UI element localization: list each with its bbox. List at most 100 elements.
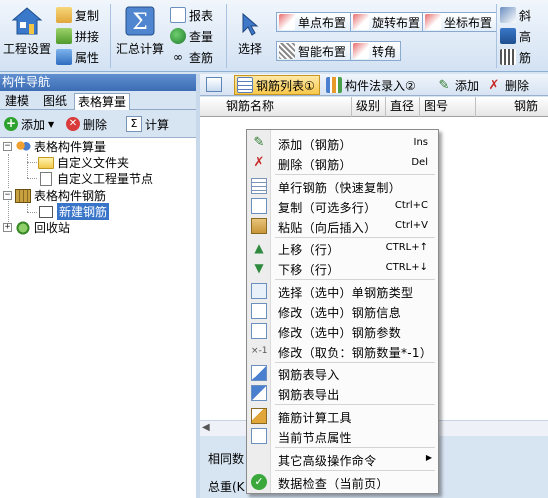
tree-label: 自定义工程量节点 xyxy=(57,172,154,186)
delete-rebar-icon: ✗ xyxy=(253,155,265,170)
col-header-rebar-name[interactable]: 钢筋名称 xyxy=(222,97,352,117)
stitch-button[interactable]: 拼接 xyxy=(56,26,99,46)
corner-label: 转角 xyxy=(372,44,397,59)
menu-item-add-rebar[interactable]: ✎ 添加（钢筋） Ins xyxy=(247,133,438,153)
nav-delete-button[interactable]: ✕ 删除 xyxy=(66,114,107,134)
toolbar-add-button[interactable]: ✎ 添加 xyxy=(436,75,479,95)
rotate-layout-button[interactable]: 旋转布置 xyxy=(350,12,426,32)
rotate-layout-label: 旋转布置 xyxy=(372,15,421,30)
nav-calc-button[interactable]: Σ 计算 xyxy=(126,114,169,134)
sum-calc-label: 汇总计算 xyxy=(115,42,164,56)
copy-icon xyxy=(56,7,72,23)
menu-item-edit-info[interactable]: 修改（选中）钢筋信息 xyxy=(247,301,438,321)
add-icon: + xyxy=(4,116,18,131)
check-amount-button[interactable]: 查量 xyxy=(170,26,213,46)
tree-node-custom-folder[interactable]: 自定义文件夹 xyxy=(38,154,129,171)
menu-item-single-row[interactable]: 单行钢筋（快速复制） xyxy=(247,176,438,196)
corner-button[interactable]: 转角 xyxy=(350,41,402,61)
delete-rebar-icon: ✗ xyxy=(488,77,500,93)
bar-chart-icon xyxy=(326,77,342,93)
coordinate-icon xyxy=(425,14,441,30)
menu-item-paste[interactable]: 粘贴（向后插入） Ctrl+V xyxy=(247,216,438,236)
cursor-icon xyxy=(242,12,259,36)
menu-item-advanced-commands[interactable]: 其它高级操作命令 ▶ xyxy=(247,449,438,469)
edit-params-icon xyxy=(251,323,267,339)
tab-modeling[interactable]: 建模 xyxy=(2,93,32,110)
menu-separator xyxy=(275,404,435,405)
copy-button[interactable]: 复制 xyxy=(56,5,99,25)
ribbon: 工程设置 复制 拼接 属性 Σ 汇总计算 报表 查量 ∞ 查筋 选择 单点布置 … xyxy=(0,0,548,72)
menu-item-export-table[interactable]: 钢筋表导出 xyxy=(247,383,438,403)
component-method-tab[interactable]: 构件法录入② xyxy=(326,75,416,95)
check-rebar-button[interactable]: ∞ 查筋 xyxy=(170,47,213,67)
menu-item-copy[interactable]: 复制（可选多行） Ctrl+C xyxy=(247,196,438,216)
nav-tabs: 建模 图纸 表格算量 xyxy=(0,91,196,110)
export-icon xyxy=(251,385,267,401)
delete-icon: ✕ xyxy=(66,117,80,131)
menu-separator xyxy=(275,470,435,471)
coordinate-layout-button[interactable]: 坐标布置 xyxy=(422,12,498,32)
menu-item-delete-rebar[interactable]: ✗ 删除（钢筋） Del xyxy=(247,153,438,173)
menu-item-data-check[interactable]: ✓ 数据检查（当前页） xyxy=(247,472,438,492)
toolbar-delete-label: 删除 xyxy=(505,78,530,93)
col-header-grade[interactable]: 级别 xyxy=(352,97,386,117)
sum-calc-button[interactable]: Σ 汇总计算 xyxy=(112,4,168,66)
tree-connector xyxy=(8,154,9,188)
menu-item-edit-params[interactable]: 修改（选中）钢筋参数 xyxy=(247,321,438,341)
rebar-list-tab[interactable]: 钢筋列表① xyxy=(234,75,320,95)
arrow-down-icon: ▼ xyxy=(254,261,264,275)
toolbar-delete-button[interactable]: ✗ 删除 xyxy=(486,75,529,95)
project-settings-button[interactable]: 工程设置 xyxy=(2,4,52,66)
menu-item-stirrup-tool[interactable]: 箍筋计算工具 xyxy=(247,406,438,426)
tree-node-table-component-rebar[interactable]: − 表格构件钢筋 xyxy=(3,187,106,204)
tree-node-new-rebar[interactable]: 新建钢筋 xyxy=(38,203,110,220)
menu-item-negate-qty[interactable]: ×-1 修改（取负：钢筋数量*-1） xyxy=(247,341,438,361)
copy-label: 复制 xyxy=(75,8,100,23)
properties-icon xyxy=(251,428,267,444)
menu-item-import-table[interactable]: 钢筋表导入 xyxy=(247,363,438,383)
col-header-figure-no[interactable]: 图号 xyxy=(420,97,476,117)
menu-item-move-up[interactable]: ▲ 上移（行） CTRL+↑ xyxy=(247,238,438,258)
report-button[interactable]: 报表 xyxy=(170,5,213,25)
nav-calc-label: 计算 xyxy=(145,117,170,132)
rebar-item-icon xyxy=(39,205,53,218)
tree-label: 表格构件算量 xyxy=(34,140,107,154)
component-method-label: 构件法录入② xyxy=(345,78,416,93)
chevron-down-icon: ▼ xyxy=(48,119,55,129)
scroll-left-icon[interactable]: ◀ xyxy=(202,422,210,433)
slant-button[interactable]: 斜 xyxy=(500,5,531,25)
tree-node-table-component-qty[interactable]: − 表格构件算量 xyxy=(3,138,106,155)
nav-delete-label: 删除 xyxy=(83,117,108,132)
tree-node-recycle-bin[interactable]: + 回收站 xyxy=(3,219,70,236)
tree-node-custom-qty-node[interactable]: 自定义工程量节点 xyxy=(38,170,153,187)
rebar-toolbar: 钢筋列表① 构件法录入② ✎ 添加 ✗ 删除 xyxy=(200,74,548,96)
rebar-button[interactable]: 筋 xyxy=(500,47,531,67)
single-point-layout-label: 单点布置 xyxy=(298,15,347,30)
smart-layout-label: 智能布置 xyxy=(298,44,347,59)
tree-label: 回收站 xyxy=(34,221,71,235)
tree-label: 自定义文件夹 xyxy=(57,156,130,170)
report-label: 报表 xyxy=(189,8,214,23)
tab-drawings[interactable]: 图纸 xyxy=(40,93,70,110)
expand-toggle[interactable]: + xyxy=(3,223,12,232)
menu-item-move-down[interactable]: ▼ 下移（行） CTRL+↓ xyxy=(247,258,438,278)
attribute-button[interactable]: 属性 xyxy=(56,47,99,67)
tab-table-qty[interactable]: 表格算量 xyxy=(74,93,131,110)
teapot-icon xyxy=(170,28,186,44)
nav-add-button[interactable]: + 添加 ▼ xyxy=(4,114,54,134)
arrow-up-icon: ▲ xyxy=(254,241,264,255)
col-header-diameter[interactable]: 直径 xyxy=(386,97,420,117)
menu-item-node-properties[interactable]: 当前节点属性 xyxy=(247,426,438,446)
col-header-rebar[interactable]: 钢筋 xyxy=(476,97,548,117)
menu-item-select-type[interactable]: 选择（选中）单钢筋类型 xyxy=(247,281,438,301)
select-button[interactable]: 选择 xyxy=(230,4,270,66)
panel-toggle-icon[interactable] xyxy=(206,77,222,92)
collapse-toggle[interactable]: − xyxy=(3,191,12,200)
paste-icon xyxy=(251,218,267,234)
height-button[interactable]: 高 xyxy=(500,26,531,46)
collapse-toggle[interactable]: − xyxy=(3,142,12,151)
single-point-layout-button[interactable]: 单点布置 xyxy=(276,12,352,32)
tree-connector xyxy=(27,204,28,212)
stitch-icon xyxy=(56,28,72,44)
smart-layout-button[interactable]: 智能布置 xyxy=(276,41,352,61)
